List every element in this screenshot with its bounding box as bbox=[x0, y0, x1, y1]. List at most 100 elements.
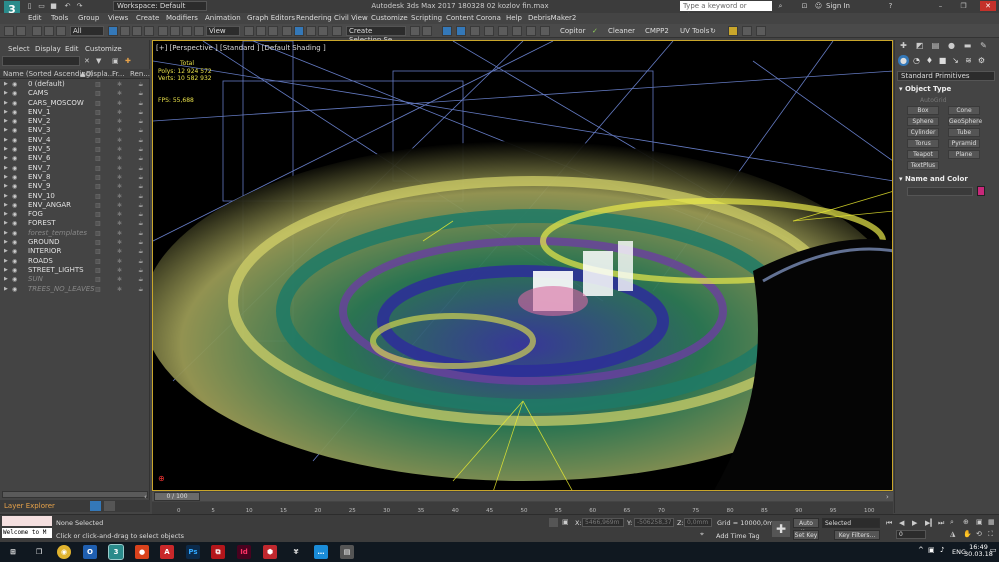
visibility-eye-icon[interactable]: ◉ bbox=[12, 99, 17, 108]
zoom-extents-all-icon[interactable]: ▦ bbox=[988, 518, 995, 526]
display-icon[interactable]: ▥ bbox=[95, 219, 101, 228]
autogrid-checkbox[interactable]: AutoGrid bbox=[920, 97, 947, 104]
time-tag-icon[interactable]: ⌖ bbox=[700, 530, 704, 539]
plane-button[interactable]: Plane bbox=[948, 150, 980, 159]
x-coordinate-field[interactable]: 5466,969m bbox=[582, 518, 624, 527]
lock-icon[interactable]: ▣ bbox=[112, 57, 119, 65]
add-layer-icon[interactable]: ✚ bbox=[125, 57, 131, 65]
modify-tab-icon[interactable]: ◩ bbox=[914, 41, 925, 51]
display-icon[interactable]: ▥ bbox=[95, 89, 101, 98]
object-name-field[interactable] bbox=[907, 187, 973, 196]
tray-arrow-icon[interactable]: ^ bbox=[918, 546, 924, 554]
visibility-eye-icon[interactable]: ◉ bbox=[12, 80, 17, 89]
cart-icon[interactable]: ⊡ bbox=[799, 1, 810, 11]
align-button[interactable] bbox=[422, 26, 432, 36]
layer-row[interactable]: ▶ ◉ SUN ▥ ✱ ☕ bbox=[0, 275, 150, 284]
expand-arrow-icon[interactable]: ▶ bbox=[4, 201, 8, 210]
display-icon[interactable]: ▥ bbox=[95, 266, 101, 275]
render-frame-button[interactable] bbox=[540, 26, 550, 36]
display-icon[interactable]: ▥ bbox=[95, 229, 101, 238]
menu-group[interactable]: Group bbox=[78, 14, 99, 22]
add-time-tag-button[interactable]: Add Time Tag bbox=[716, 532, 760, 540]
freeze-icon[interactable]: ✱ bbox=[117, 164, 122, 173]
menu-help[interactable]: Help bbox=[506, 14, 522, 22]
layer-row[interactable]: ▶ ◉ ENV_3 ▥ ✱ ☕ bbox=[0, 126, 150, 135]
layer-row[interactable]: ▶ ◉ CARS_MOSCOW ▥ ✱ ☕ bbox=[0, 99, 150, 108]
display-icon[interactable]: ▥ bbox=[95, 201, 101, 210]
motion-tab-icon[interactable]: ● bbox=[946, 41, 957, 51]
scene-explorer-toggle-icon[interactable] bbox=[90, 501, 101, 511]
display-icon[interactable]: ▥ bbox=[95, 182, 101, 191]
layer-explorer-label[interactable]: Layer Explorer bbox=[4, 502, 55, 510]
menu-corona[interactable]: Corona bbox=[476, 14, 501, 22]
freeze-icon[interactable]: ✱ bbox=[117, 201, 122, 210]
render-teapot-icon[interactable]: ☕ bbox=[138, 266, 143, 275]
autocad-icon[interactable]: A bbox=[160, 545, 174, 559]
expand-arrow-icon[interactable]: ▶ bbox=[4, 257, 8, 266]
corona-render-button[interactable] bbox=[728, 26, 738, 36]
layer-row[interactable]: ▶ ◉ ENV_1 ▥ ✱ ☕ bbox=[0, 108, 150, 117]
maximize-viewport-icon[interactable]: ⛶ bbox=[988, 530, 993, 539]
layer-row[interactable]: ▶ ◉ CAMS ▥ ✱ ☕ bbox=[0, 89, 150, 98]
layer-explorer-button[interactable] bbox=[456, 26, 466, 36]
set-key-button[interactable]: Set Key bbox=[793, 530, 819, 540]
freeze-icon[interactable]: ✱ bbox=[117, 210, 122, 219]
restore-icon[interactable]: ❐ bbox=[958, 1, 969, 11]
redo-button[interactable] bbox=[16, 26, 26, 36]
visibility-eye-icon[interactable]: ◉ bbox=[12, 219, 17, 228]
acrobat-icon[interactable]: ⧉ bbox=[211, 545, 225, 559]
snaps-toggle-button[interactable] bbox=[282, 26, 292, 36]
expand-arrow-icon[interactable]: ▶ bbox=[4, 145, 8, 154]
recording-app-icon[interactable]: ● bbox=[135, 545, 149, 559]
expand-arrow-icon[interactable]: ▶ bbox=[4, 229, 8, 238]
photoshop-icon[interactable]: Ps bbox=[186, 545, 200, 559]
display-icon[interactable]: ▥ bbox=[95, 126, 101, 135]
object-color-swatch[interactable] bbox=[977, 186, 985, 196]
select-manipulate-button[interactable] bbox=[256, 26, 266, 36]
freeze-icon[interactable]: ✱ bbox=[117, 247, 122, 256]
display-icon[interactable]: ▥ bbox=[95, 275, 101, 284]
layer-row[interactable]: ▶ ◉ GROUND ▥ ✱ ☕ bbox=[0, 238, 150, 247]
freeze-icon[interactable]: ✱ bbox=[117, 99, 122, 108]
scene-explorer-button[interactable] bbox=[442, 26, 452, 36]
display-icon[interactable]: ▥ bbox=[95, 285, 101, 294]
menu-civil-view[interactable]: Civil View bbox=[334, 14, 368, 22]
expand-arrow-icon[interactable]: ▶ bbox=[4, 219, 8, 228]
menu-rendering[interactable]: Rendering bbox=[296, 14, 332, 22]
selection-lock-icon[interactable]: ▣ bbox=[562, 518, 569, 526]
ribbon-button[interactable] bbox=[470, 26, 480, 36]
next-frame-icon[interactable]: ▶▎ bbox=[925, 519, 936, 527]
file-manager-icon[interactable]: ▤ bbox=[340, 545, 354, 559]
layer-row[interactable]: ▶ ◉ ROADS ▥ ✱ ☕ bbox=[0, 257, 150, 266]
visibility-eye-icon[interactable]: ◉ bbox=[12, 182, 17, 191]
link-button[interactable] bbox=[32, 26, 42, 36]
maxscript-listener-mini[interactable] bbox=[2, 516, 52, 526]
cylinder-button[interactable]: Cylinder bbox=[907, 128, 939, 137]
explorer-menu-edit[interactable]: Edit bbox=[65, 45, 79, 53]
maxscript-output[interactable]: Welcome to M bbox=[2, 528, 52, 538]
display-icon[interactable]: ▥ bbox=[95, 154, 101, 163]
display-icon[interactable]: ▥ bbox=[95, 210, 101, 219]
expand-arrow-icon[interactable]: ▶ bbox=[4, 266, 8, 275]
windows-start-icon[interactable]: ⊞ bbox=[6, 545, 20, 559]
cmpp2-button[interactable]: CMPP2 bbox=[645, 27, 669, 35]
sketchup-icon[interactable]: ⬢ bbox=[263, 545, 277, 559]
user-icon[interactable]: ☺ bbox=[813, 1, 824, 11]
expand-arrow-icon[interactable]: ▶ bbox=[4, 210, 8, 219]
render-teapot-icon[interactable]: ☕ bbox=[138, 257, 143, 266]
perspective-viewport[interactable] bbox=[152, 40, 893, 491]
explorer-menu-customize[interactable]: Customize bbox=[85, 45, 122, 53]
display-icon[interactable]: ▥ bbox=[95, 247, 101, 256]
explorer-menu-display[interactable]: Display bbox=[35, 45, 61, 53]
freeze-icon[interactable]: ✱ bbox=[117, 80, 122, 89]
render-teapot-icon[interactable]: ☕ bbox=[138, 210, 143, 219]
render-teapot-icon[interactable]: ☕ bbox=[138, 275, 143, 284]
auto-key-button[interactable]: Auto Key bbox=[793, 518, 819, 536]
box-button[interactable]: Box bbox=[907, 106, 939, 115]
layer-explorer-toggle-icon[interactable] bbox=[104, 501, 115, 511]
field-of-view-icon[interactable]: ◮ bbox=[950, 530, 955, 538]
column-render[interactable]: Ren... bbox=[130, 70, 150, 78]
menu-customize[interactable]: Customize bbox=[371, 14, 408, 22]
network-icon[interactable]: ▣ bbox=[928, 546, 935, 554]
menu-modifiers[interactable]: Modifiers bbox=[166, 14, 198, 22]
